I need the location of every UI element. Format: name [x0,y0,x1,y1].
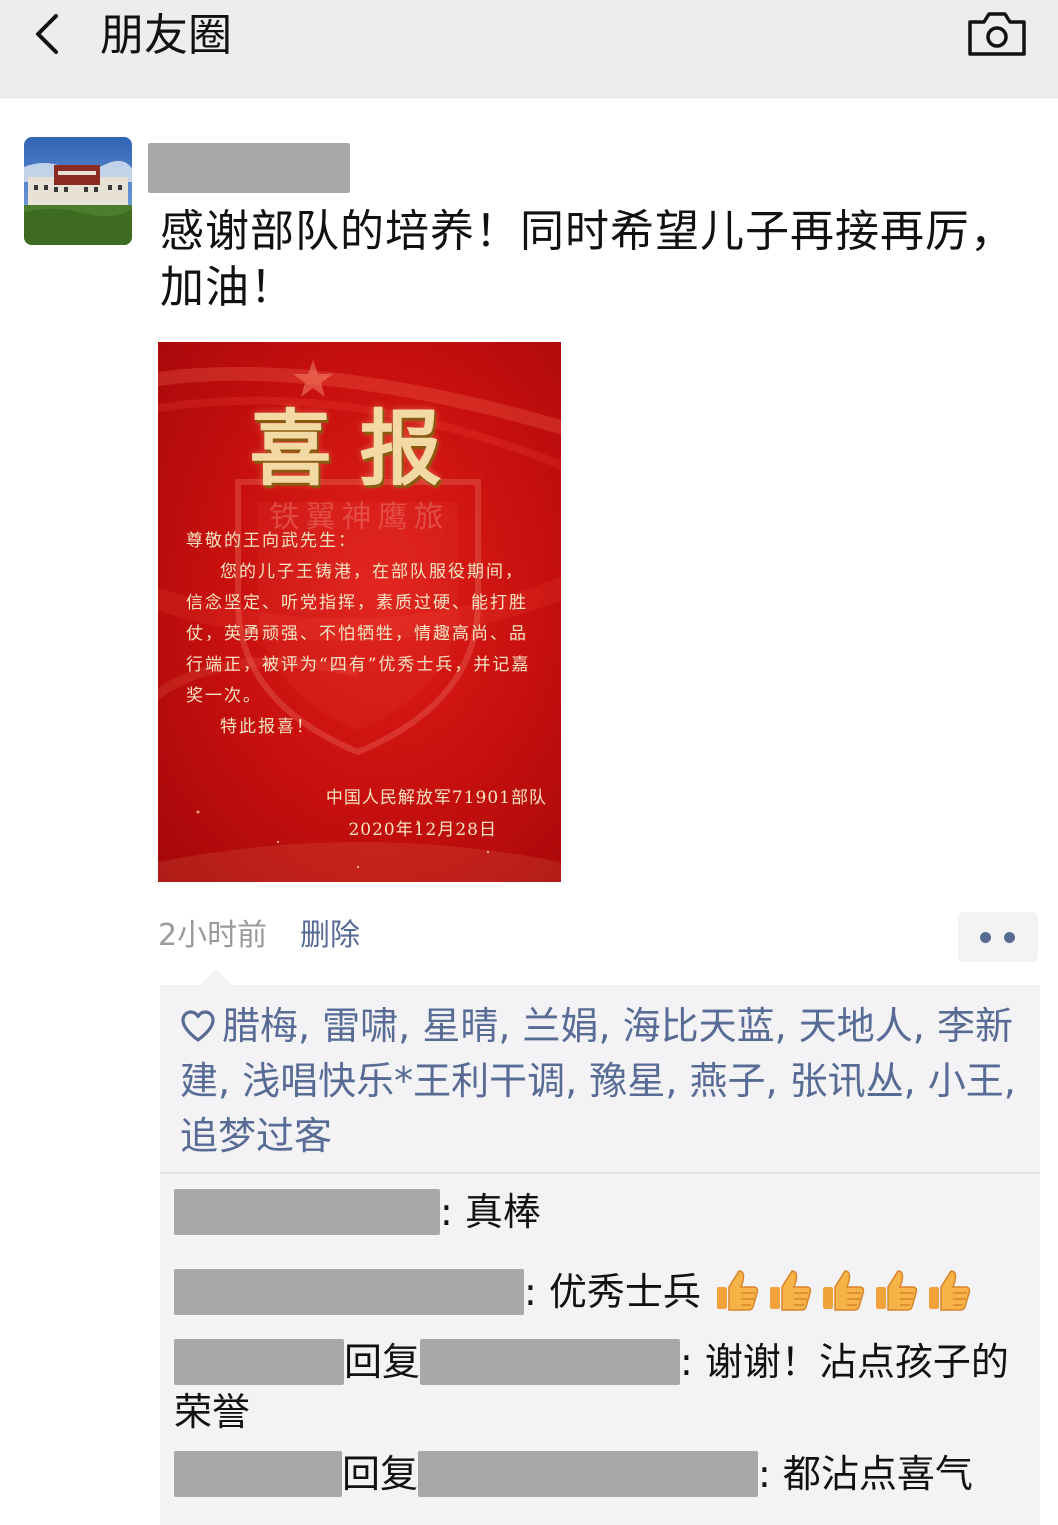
heart-icon [181,1010,215,1042]
divider [160,1172,1040,1174]
reply-word: 回复 [344,1340,421,1384]
poster-body: 您的儿子王铸港，在部队服役期间，信念坚定、听党指挥，素质过硬、能打胜仗，英勇顽强… [186,562,531,706]
page-title: 朋友圈 [100,10,232,61]
dot-left [980,932,991,943]
dot-right [1004,932,1015,943]
poster-greeting: 尊敬的王向武先生： [186,531,357,551]
author-name-redacted[interactable] [148,143,350,193]
likes-comments-panel: 腊梅, 雷啸, 星晴, 兰娟, 海比天蓝, 天地人, 李新建, 浅唱快乐*王利干… [160,969,1040,1525]
thumbs-up-icon [875,1270,918,1311]
comment-item[interactable]: 回复 : 都沾点喜气 [174,1449,1034,1499]
reply-target-name-redacted[interactable] [418,1451,759,1497]
camera-icon[interactable] [966,10,1028,58]
thumbs-up-icon [716,1270,759,1311]
post-image[interactable]: 喜报 铁翼神鹰旅 尊敬的王向武先生： 您的儿子王铸港，在部队服役期间，信念坚定、… [158,342,561,882]
comment-text: : 优秀士兵 [524,1270,701,1314]
poster-letter: 尊敬的王向武先生： 您的儿子王铸港，在部队服役期间，信念坚定、听党指挥，素质过硬… [186,526,542,743]
comment-text: : 都沾点喜气 [758,1452,973,1496]
more-dots-icon[interactable] [958,912,1038,962]
chevron-left-icon[interactable] [28,12,70,56]
thumbs-up-icon [822,1270,865,1311]
post-text: 感谢部队的培养！同时希望儿子再接再厉，加油！ [160,206,1015,313]
avatar[interactable] [24,137,132,245]
thumbs-up-icon [928,1270,971,1311]
reply-word: 回复 [342,1452,419,1496]
delete-link[interactable]: 删除 [300,916,360,956]
likes-list[interactable]: 腊梅, 雷啸, 星晴, 兰娟, 海比天蓝, 天地人, 李新建, 浅唱快乐*王利干… [180,999,1030,1164]
comment-item[interactable]: : 优秀士兵 [174,1265,1034,1325]
thumbs-up-emoji-group [713,1265,978,1325]
post-time: 2小时前 [158,918,268,953]
poster-signature: 中国人民解放军71901部队 2020年12月28日 [326,782,547,846]
poster-closing: 特此报喜！ [220,717,315,737]
commenter-name-redacted[interactable] [174,1189,440,1235]
comment-item[interactable]: : 真棒 [174,1187,1034,1237]
commenter-name-redacted[interactable] [174,1451,342,1497]
commenter-name-redacted[interactable] [174,1269,524,1315]
poster-date: 2020年12月28日 [348,820,497,840]
commenter-name-redacted[interactable] [174,1339,344,1385]
poster-unit: 中国人民解放军71901部队 [325,788,547,808]
poster-title: 喜报 [249,401,470,497]
comment-item[interactable]: 回复: 谢谢！沾点孩子的荣誉 [174,1337,1034,1437]
reply-target-name-redacted[interactable] [420,1339,681,1385]
likes-names: 腊梅, 雷啸, 星晴, 兰娟, 海比天蓝, 天地人, 李新建, 浅唱快乐*王利干… [180,1004,1016,1158]
comment-text: : 真棒 [440,1190,541,1234]
thumbs-up-icon [769,1270,812,1311]
nav-bar: 朋友圈 [0,0,1058,98]
